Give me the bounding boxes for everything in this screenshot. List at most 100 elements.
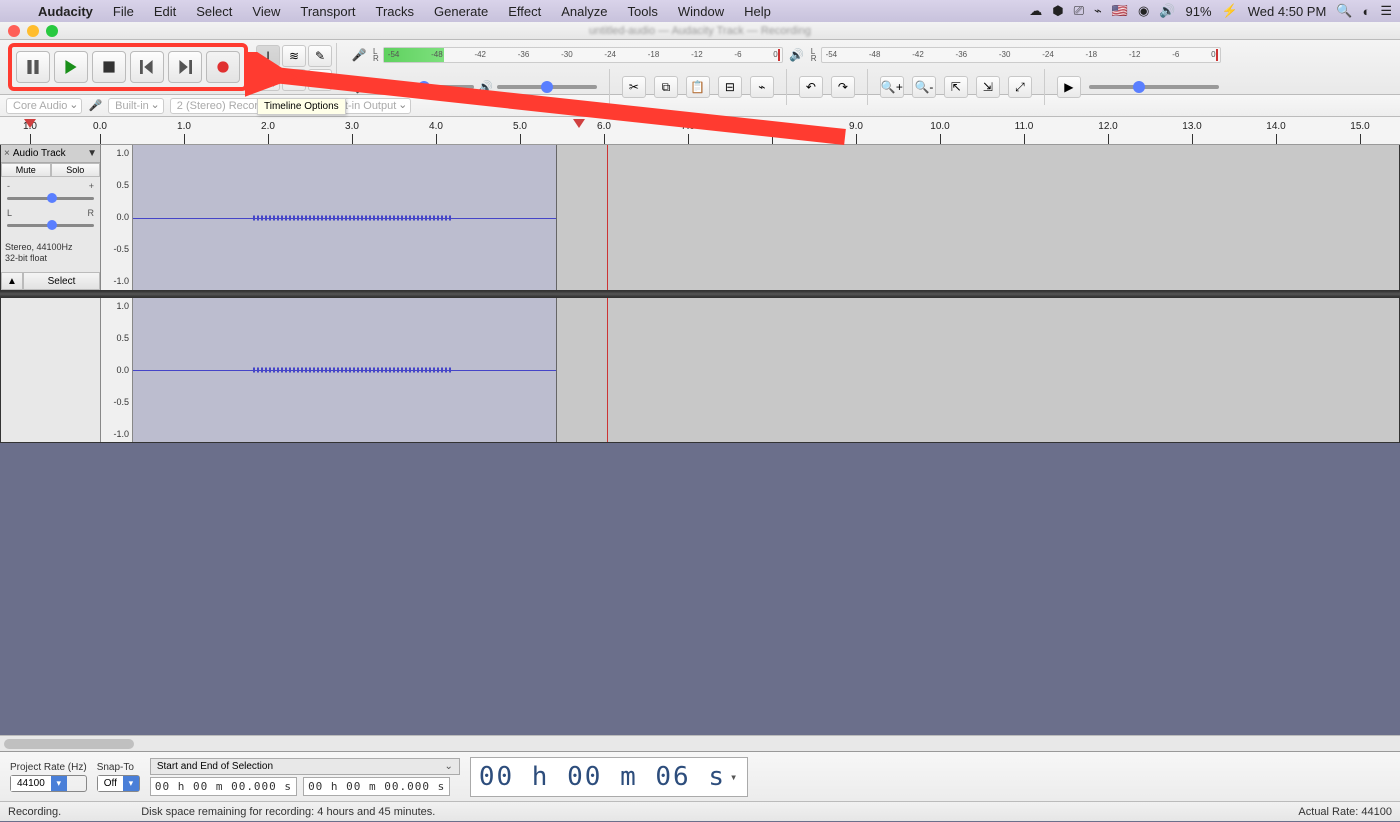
timeline-ruler[interactable]: 1.00.01.02.03.04.05.06.07.08.09.010.011.…: [0, 117, 1400, 145]
waveform-left-channel[interactable]: [133, 145, 1399, 290]
window-title: untitled-audio — Audacity Track — Record…: [589, 25, 811, 37]
minimize-window-button[interactable]: [27, 25, 39, 37]
redo-button[interactable]: ↷: [831, 76, 855, 98]
waveform-right-channel[interactable]: [133, 298, 1399, 442]
mic-gain-icon: 🎤: [355, 80, 370, 94]
menu-select[interactable]: Select: [186, 4, 242, 19]
volume-icon[interactable]: 🔊: [1159, 3, 1175, 19]
track-collapse-button[interactable]: ▲: [1, 272, 23, 290]
wifi-icon[interactable]: ◉: [1138, 3, 1149, 19]
pause-button[interactable]: [16, 51, 50, 83]
snap-to-label: Snap-To: [97, 762, 140, 773]
menu-tracks[interactable]: Tracks: [366, 4, 425, 19]
recording-volume-slider[interactable]: [374, 85, 474, 89]
timeline-options-tooltip: Timeline Options: [257, 98, 346, 115]
siri-icon[interactable]: ◐: [1362, 4, 1370, 19]
speaker-out-icon: 🔊: [478, 80, 493, 94]
selection-tool[interactable]: I: [256, 45, 280, 67]
selection-toolbar: Project Rate (Hz) 44100▾ Snap-To Off▾ St…: [0, 751, 1400, 801]
track-menu-dropdown[interactable]: ▼: [87, 148, 97, 159]
multi-tool[interactable]: ✳: [308, 69, 332, 91]
menu-view[interactable]: View: [242, 4, 290, 19]
menu-window[interactable]: Window: [668, 4, 734, 19]
speaker-icon: 🔊: [787, 45, 807, 65]
play-button[interactable]: [54, 51, 88, 83]
mute-button[interactable]: Mute: [1, 163, 51, 177]
track-select-button[interactable]: Select: [23, 272, 100, 290]
status-bar: Recording. Disk space remaining for reco…: [0, 801, 1400, 821]
screen-mirror-icon[interactable]: ⎚: [1074, 3, 1084, 19]
selection-end-time[interactable]: 00 h 00 m 00.000 s: [303, 777, 450, 796]
draw-tool[interactable]: ✎: [308, 45, 332, 67]
copy-button[interactable]: ⧉: [654, 76, 678, 98]
menu-analyze[interactable]: Analyze: [551, 4, 617, 19]
solo-button[interactable]: Solo: [51, 163, 101, 177]
shield-icon[interactable]: ⬢: [1052, 3, 1063, 19]
mic-device-icon: 🎤: [88, 99, 102, 112]
flag-icon[interactable]: 🇺🇸: [1112, 3, 1128, 19]
audio-host-select[interactable]: Core Audio: [6, 98, 82, 114]
menu-generate[interactable]: Generate: [424, 4, 498, 19]
play-at-speed-button[interactable]: ▶: [1057, 76, 1081, 98]
control-center-icon[interactable]: ☰: [1380, 3, 1392, 19]
track-close-button[interactable]: ×: [4, 148, 10, 159]
selection-start-time[interactable]: 00 h 00 m 00.000 s: [150, 777, 297, 796]
cut-button[interactable]: ✂: [622, 76, 646, 98]
macos-menubar: Audacity File Edit Select View Transport…: [0, 0, 1400, 22]
audio-track-right: 1.00.50.0-0.5-1.0: [0, 297, 1400, 443]
menu-effect[interactable]: Effect: [498, 4, 551, 19]
menu-tools[interactable]: Tools: [618, 4, 668, 19]
close-window-button[interactable]: [8, 25, 20, 37]
menu-help[interactable]: Help: [734, 4, 781, 19]
silence-button[interactable]: ⌁: [750, 76, 774, 98]
zoom-window-button[interactable]: [46, 25, 58, 37]
play-speed-slider[interactable]: [1089, 85, 1219, 89]
rec-meter-lr: LR: [373, 48, 379, 62]
playback-meter[interactable]: -54-48-42-36-30-24-18-12-60: [821, 47, 1221, 63]
app-name[interactable]: Audacity: [28, 4, 103, 19]
track-gain-slider[interactable]: [7, 197, 94, 200]
timeshift-tool[interactable]: ↔: [282, 69, 306, 91]
zoom-toggle-button[interactable]: ⤢: [1008, 76, 1032, 98]
audio-position-time[interactable]: 00 h 00 m 06 s: [470, 757, 748, 797]
project-rate-select[interactable]: 44100▾: [10, 775, 87, 792]
bluetooth-icon[interactable]: ⌁: [1094, 3, 1102, 19]
status-actual-rate: Actual Rate: 44100: [1298, 806, 1392, 818]
undo-button[interactable]: ↶: [799, 76, 823, 98]
battery-icon[interactable]: ⚡: [1222, 3, 1238, 19]
zoom-in-button[interactable]: 🔍+: [880, 76, 904, 98]
fit-selection-button[interactable]: ⇱: [944, 76, 968, 98]
selection-mode-select[interactable]: Start and End of Selection: [150, 758, 460, 775]
track-pan-slider[interactable]: [7, 224, 94, 227]
zoom-tool[interactable]: 🔍: [256, 69, 280, 91]
clock[interactable]: Wed 4:50 PM: [1248, 4, 1327, 19]
paste-button[interactable]: 📋: [686, 76, 710, 98]
project-rate-label: Project Rate (Hz): [10, 762, 87, 773]
horizontal-scrollbar[interactable]: [0, 735, 1400, 751]
spotlight-icon[interactable]: 🔍: [1336, 3, 1352, 19]
playback-volume-slider[interactable]: [497, 85, 597, 89]
skip-end-button[interactable]: [168, 51, 202, 83]
transport-controls-highlight: [8, 43, 248, 91]
play-meter-lr: LR: [811, 48, 817, 62]
record-button[interactable]: [206, 51, 240, 83]
track-name[interactable]: Audio Track: [13, 148, 66, 159]
empty-track-area[interactable]: [0, 467, 1400, 735]
input-device-select[interactable]: Built-in: [108, 98, 164, 114]
audio-track: × Audio Track ▼ Mute Solo -+ LR Stereo, …: [0, 145, 1400, 291]
status-recording: Recording.: [8, 806, 61, 818]
track-bitdepth-info: 32-bit float: [5, 253, 96, 264]
trim-button[interactable]: ⊟: [718, 76, 742, 98]
recording-meter[interactable]: -54-48-42-36-30-24-18-12-60: [383, 47, 783, 63]
envelope-tool[interactable]: ≋: [282, 45, 306, 67]
track-control-panel: × Audio Track ▼ Mute Solo -+ LR Stereo, …: [1, 145, 101, 290]
snap-to-select[interactable]: Off▾: [97, 775, 140, 792]
fit-project-button[interactable]: ⇲: [976, 76, 1000, 98]
stop-button[interactable]: [92, 51, 126, 83]
download-icon[interactable]: ☁︎: [1029, 3, 1042, 19]
skip-start-button[interactable]: [130, 51, 164, 83]
menu-transport[interactable]: Transport: [290, 4, 365, 19]
menu-edit[interactable]: Edit: [144, 4, 186, 19]
zoom-out-button[interactable]: 🔍-: [912, 76, 936, 98]
menu-file[interactable]: File: [103, 4, 144, 19]
